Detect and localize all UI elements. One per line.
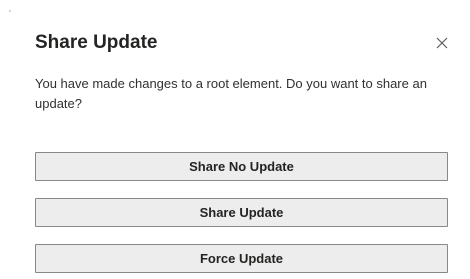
close-button[interactable] <box>434 35 450 51</box>
share-update-button[interactable]: Share Update <box>35 198 448 227</box>
dialog-message: You have made changes to a root element.… <box>35 76 427 111</box>
share-no-update-button[interactable]: Share No Update <box>35 152 448 181</box>
close-icon <box>436 37 448 49</box>
dialog-title: Share Update <box>35 32 158 53</box>
share-update-dialog: Share Update You have made changes to a … <box>0 0 470 279</box>
corner-marker <box>9 10 11 12</box>
force-update-button[interactable]: Force Update <box>35 244 448 273</box>
